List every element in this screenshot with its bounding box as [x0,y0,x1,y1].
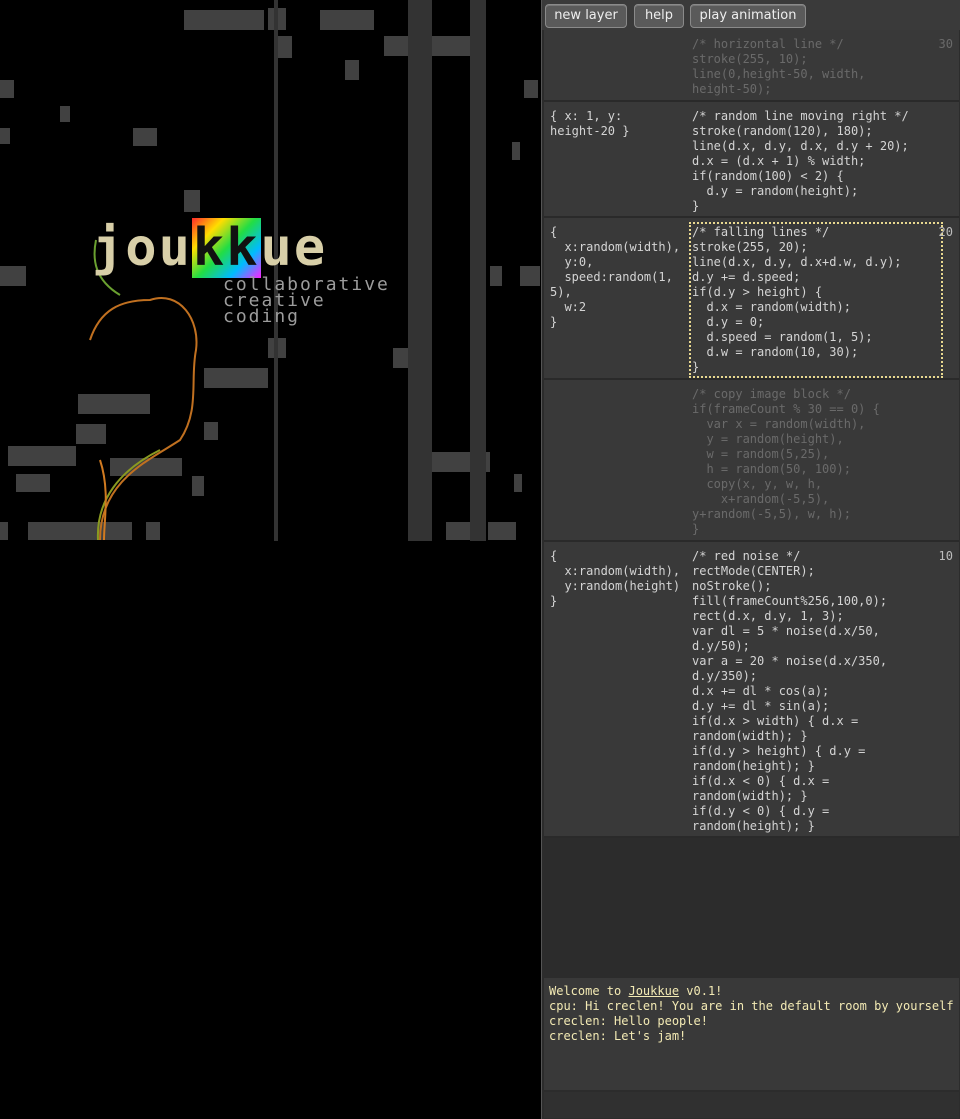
logo-text-post: ue [260,218,328,278]
layer-state[interactable]: { x: 1, y: height-20 } [550,109,688,139]
welcome-text: Welcome to [549,984,629,998]
layer-code[interactable]: /* falling lines */ stroke(255, 20); lin… [689,222,943,378]
logo-tagline: collaborative creative coding [223,276,390,327]
layer-item[interactable]: /* copy image block */ if(frameCount % 3… [544,380,959,542]
new-layer-button[interactable]: new layer [545,4,627,28]
layer-code[interactable]: /* horizontal line */ stroke(255, 10); l… [692,37,940,97]
joukkue-link[interactable]: Joukkue [628,984,679,998]
toolbar: new layer help play animation [542,0,960,30]
layer-state[interactable]: { x:random(width), y:random(height) } [550,549,688,609]
noise-curves [89,239,198,541]
help-button[interactable]: help [634,4,684,28]
layer-code[interactable]: /* random line moving right */ stroke(ra… [692,109,940,214]
welcome-version: v0.1! [679,984,723,998]
tagline-line: coding [223,306,301,327]
chat-message: cpu: Hi creclen! You are in the default … [549,999,954,1013]
chat-message: creclen: Hello people! [549,1014,708,1028]
play-animation-button[interactable]: play animation [690,4,806,28]
logo-wordmark: joukkue [92,218,327,278]
layer-code[interactable]: /* red noise */ rectMode(CENTER); noStro… [692,549,940,834]
layer-item-active[interactable]: { x:random(width), y:0, speed:random(1, … [544,218,959,380]
sketch-canvas: joukkue collaborative creative coding [0,0,541,541]
layer-list: /* horizontal line */ stroke(255, 10); l… [544,30,959,838]
layer-state[interactable]: { x:random(width), y:0, speed:random(1, … [550,225,688,330]
logo-text-kk: kk [191,218,261,278]
chat-input[interactable] [544,1092,959,1118]
layer-item[interactable]: { x:random(width), y:random(height) } /*… [544,542,959,838]
logo-text-pre: jou [92,218,192,278]
chat-message: creclen: Let's jam! [549,1029,687,1043]
layer-code[interactable]: /* copy image block */ if(frameCount % 3… [692,387,940,537]
editor-pane: new layer help play animation /* horizon… [541,0,960,1119]
layer-item[interactable]: { x: 1, y: height-20 } /* random line mo… [544,102,959,218]
chat-log: Welcome to Joukkue v0.1! cpu: Hi creclen… [544,978,959,1090]
layer-depth: 30 [938,37,953,51]
layer-item[interactable]: /* horizontal line */ stroke(255, 10); l… [544,30,959,102]
chat-welcome: Welcome to Joukkue v0.1! [544,984,959,999]
layer-depth: 10 [938,549,953,563]
layer-depth: 20 [938,225,953,239]
